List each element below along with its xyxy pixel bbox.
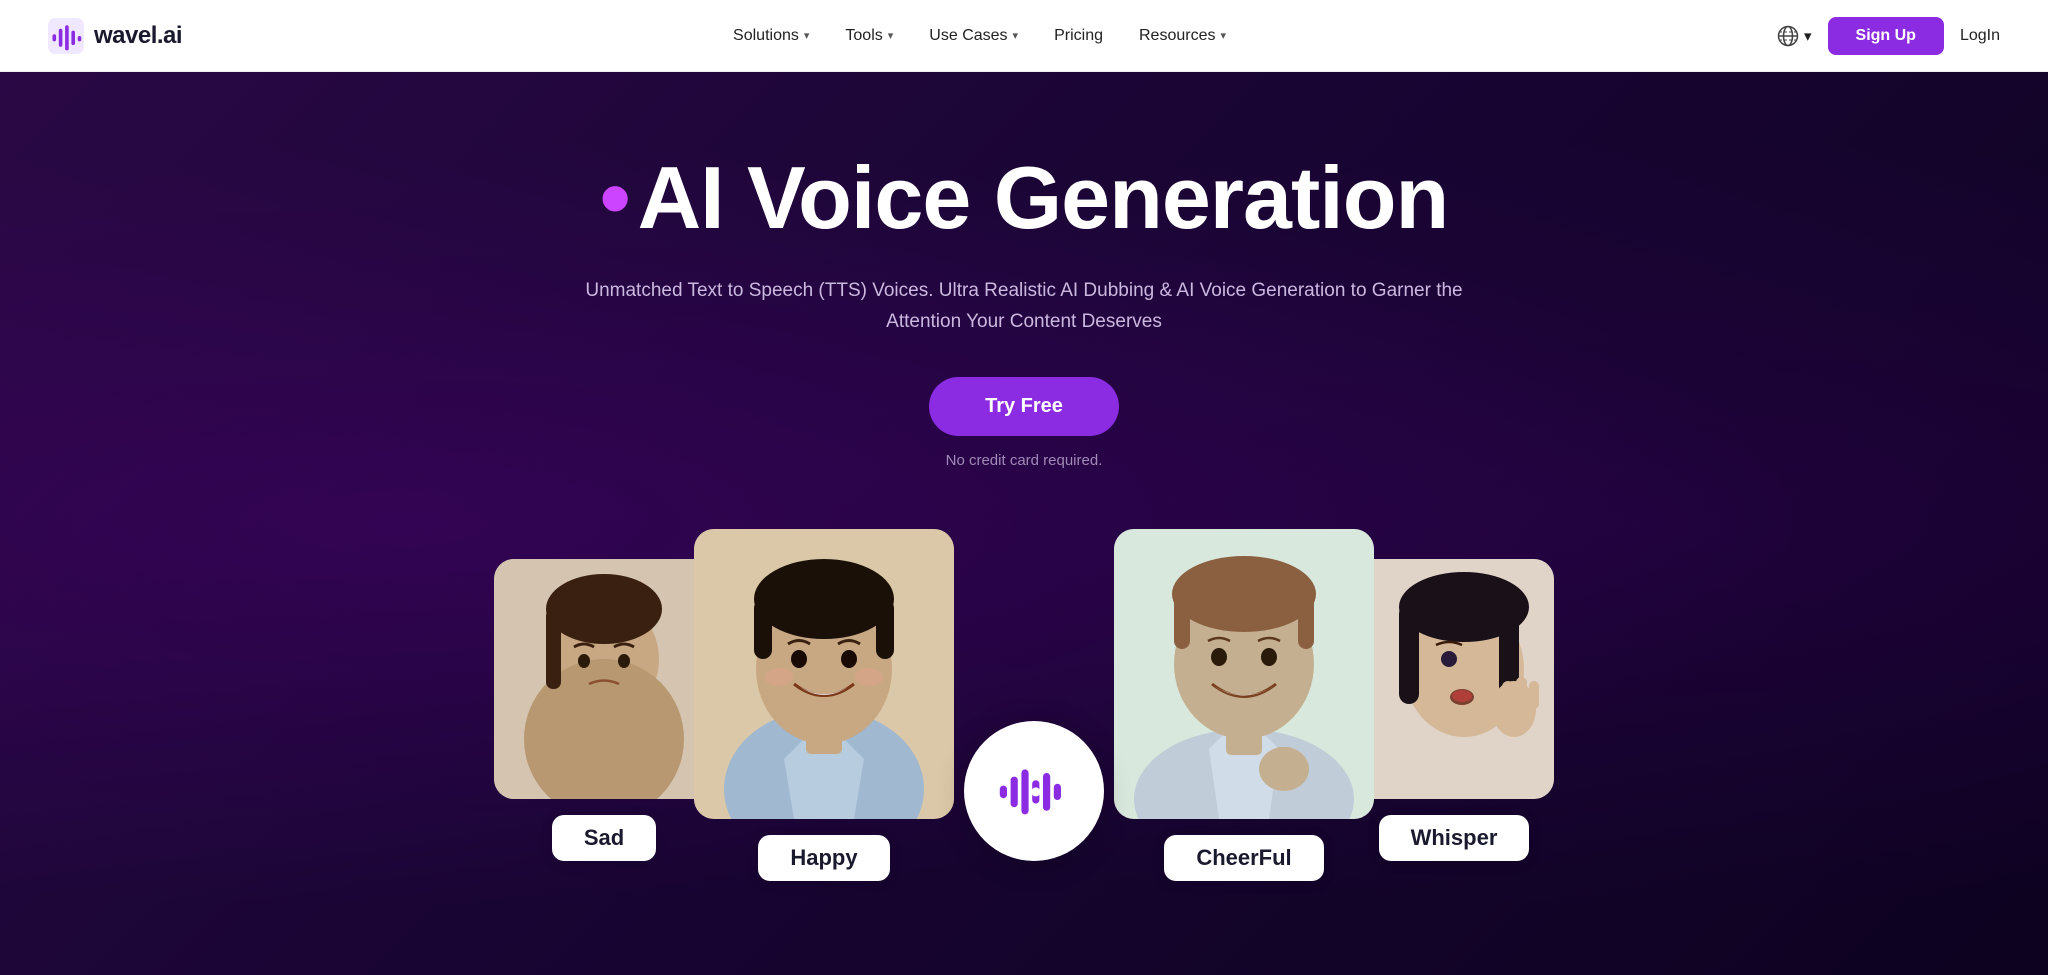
nav-item-tools[interactable]: Tools ▾ (845, 27, 893, 45)
title-text: AI Voice Generation (638, 148, 1449, 247)
globe-chevron: ▾ (1804, 27, 1812, 45)
voice-card-whisper: Whisper (1354, 559, 1554, 861)
wavel-waveform-icon (998, 763, 1070, 819)
whisper-face-image (1354, 559, 1554, 799)
nav-link-use-cases[interactable]: Use Cases ▾ (929, 27, 1018, 45)
language-selector[interactable]: ▾ (1777, 25, 1812, 47)
signup-button[interactable]: Sign Up (1828, 17, 1944, 55)
logo-icon (48, 18, 84, 54)
cheerful-label: CheerFul (1164, 835, 1323, 881)
nav-links: Solutions ▾ Tools ▾ Use Cases ▾ Pricing … (733, 27, 1226, 45)
try-free-button[interactable]: Try Free (929, 377, 1119, 436)
wavel-logo-circle (964, 721, 1104, 861)
whisper-label: Whisper (1379, 815, 1530, 861)
nav-link-pricing[interactable]: Pricing (1054, 27, 1103, 45)
nav-item-use-cases[interactable]: Use Cases ▾ (929, 27, 1018, 45)
globe-icon (1777, 25, 1799, 47)
happy-label: Happy (758, 835, 889, 881)
login-button[interactable]: LogIn (1960, 27, 2000, 45)
no-credit-card-text: No credit card required. (946, 452, 1103, 469)
navbar: wavel.ai Solutions ▾ Tools ▾ Use Cases ▾… (0, 0, 2048, 72)
usecases-chevron-icon: ▾ (1013, 29, 1019, 42)
voice-card-happy: Happy (694, 529, 954, 881)
sad-face-image (494, 559, 714, 799)
tools-chevron-icon: ▾ (888, 29, 894, 42)
cheerful-face-image (1114, 529, 1374, 819)
voice-card-center (964, 721, 1104, 861)
nav-item-resources[interactable]: Resources ▾ (1139, 27, 1226, 45)
nav-link-resources[interactable]: Resources ▾ (1139, 27, 1226, 45)
voice-card-sad: Sad (494, 559, 714, 861)
nav-link-solutions[interactable]: Solutions ▾ (733, 27, 809, 45)
sad-label: Sad (552, 815, 656, 861)
hero-title: •AI Voice Generation (464, 152, 1584, 244)
voice-card-cheerful: CheerFul (1114, 529, 1374, 881)
hero-section: •AI Voice Generation Unmatched Text to S… (0, 72, 2048, 975)
resources-chevron-icon: ▾ (1220, 29, 1226, 42)
title-dot: • (600, 148, 630, 247)
hero-content: •AI Voice Generation Unmatched Text to S… (424, 152, 1624, 529)
logo-text: wavel.ai (94, 22, 182, 50)
hero-subtitle: Unmatched Text to Speech (TTS) Voices. U… (574, 276, 1474, 337)
solutions-chevron-icon: ▾ (804, 29, 810, 42)
logo-link[interactable]: wavel.ai (48, 18, 182, 54)
nav-right: ▾ Sign Up LogIn (1777, 17, 2000, 55)
nav-link-tools[interactable]: Tools ▾ (845, 27, 893, 45)
nav-item-solutions[interactable]: Solutions ▾ (733, 27, 809, 45)
happy-face-image (694, 529, 954, 819)
nav-item-pricing[interactable]: Pricing (1054, 27, 1103, 45)
voice-cards-row: Sad (324, 529, 1724, 881)
